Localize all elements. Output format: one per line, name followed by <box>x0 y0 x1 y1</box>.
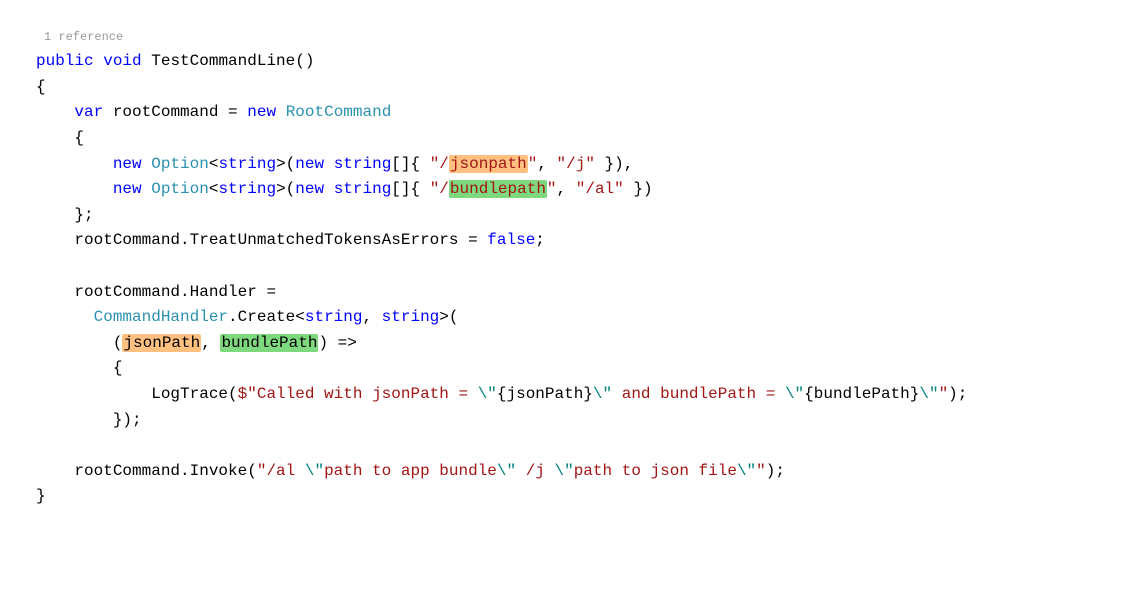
code-line[interactable]: { <box>36 126 1094 152</box>
code-line[interactable]: }; <box>36 203 1094 229</box>
highlight-bundlepath-param: bundlePath <box>220 334 318 352</box>
code-line[interactable]: public void TestCommandLine() <box>36 49 1094 75</box>
code-line[interactable]: var rootCommand = new RootCommand <box>36 100 1094 126</box>
code-line[interactable] <box>36 433 1094 459</box>
code-line[interactable]: new Option<string>(new string[]{ "/jsonp… <box>36 152 1094 178</box>
code-line[interactable]: LogTrace($"Called with jsonPath = \"{jso… <box>36 382 1094 408</box>
highlight-jsonpath-param: jsonPath <box>122 334 201 352</box>
highlight-jsonpath: jsonpath <box>449 155 528 173</box>
code-line[interactable] <box>36 254 1094 280</box>
code-line[interactable]: { <box>36 75 1094 101</box>
highlight-bundlepath: bundlepath <box>449 180 547 198</box>
code-line[interactable]: rootCommand.Handler = <box>36 280 1094 306</box>
code-line[interactable]: } <box>36 484 1094 510</box>
code-editor: 1 reference public void TestCommandLine(… <box>28 28 1094 510</box>
code-line[interactable]: rootCommand.Invoke("/al \"path to app bu… <box>36 459 1094 485</box>
codelens-reference[interactable]: 1 reference <box>36 28 1094 47</box>
code-line[interactable]: rootCommand.TreatUnmatchedTokensAsErrors… <box>36 228 1094 254</box>
code-line[interactable]: { <box>36 356 1094 382</box>
code-line[interactable]: CommandHandler.Create<string, string>( <box>36 305 1094 331</box>
code-line[interactable]: (jsonPath, bundlePath) => <box>36 331 1094 357</box>
code-line[interactable]: new Option<string>(new string[]{ "/bundl… <box>36 177 1094 203</box>
code-line[interactable]: }); <box>36 408 1094 434</box>
